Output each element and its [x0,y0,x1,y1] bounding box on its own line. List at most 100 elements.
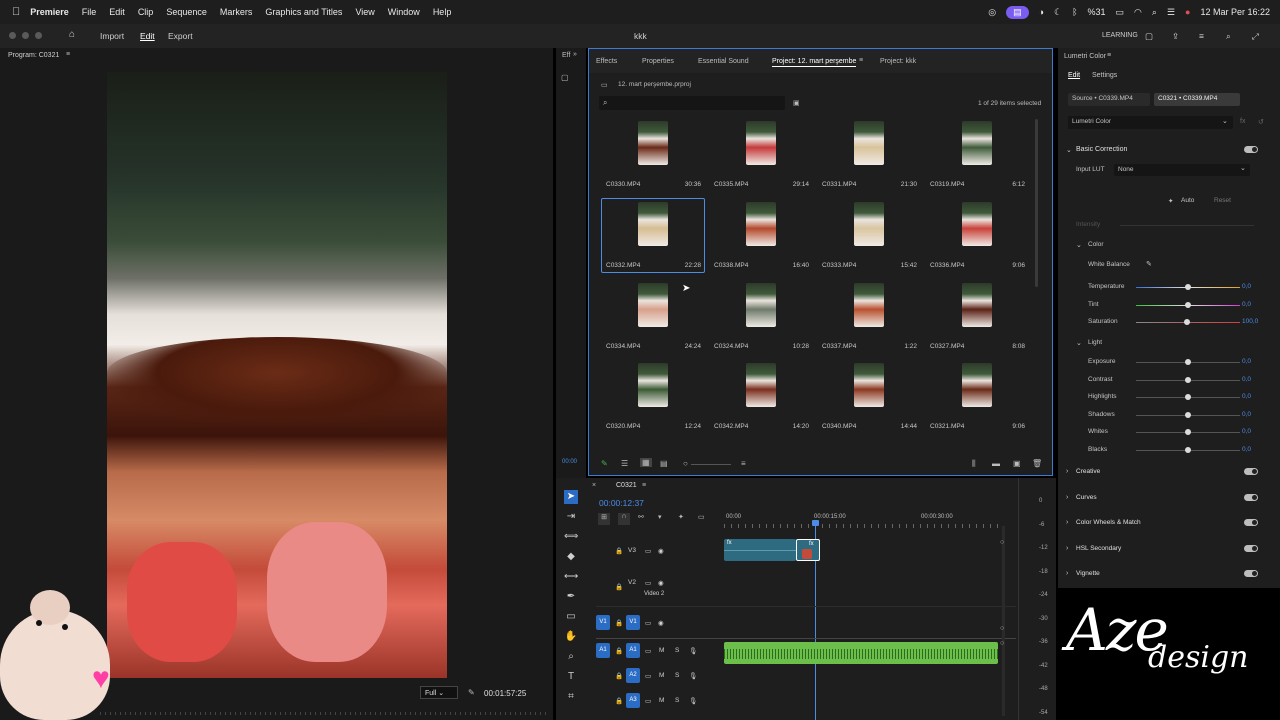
clip-thumbnail[interactable] [962,121,992,165]
mic-icon[interactable]: 🎙 [689,697,697,705]
share-icon[interactable]: ⇪ [1172,31,1179,42]
section-header[interactable]: HSL Secondary [1076,545,1121,552]
time-ruler[interactable] [724,524,1004,528]
workspaces-icon[interactable]: ▢ [1145,31,1153,42]
moon-icon[interactable]: ☾ [1054,7,1062,18]
menu-sequence[interactable]: Sequence [166,7,207,17]
clip-thumbnail[interactable] [854,363,884,407]
mic-icon[interactable]: 🎙 [689,672,697,680]
battery-icon[interactable]: ▭ [1116,7,1125,18]
caption-icon[interactable]: ⌗ [564,690,578,704]
sync-icon[interactable]: ◑ [1039,7,1044,17]
slider-value[interactable]: 0,0 [1242,393,1251,400]
clip-thumbnail[interactable] [962,283,992,327]
expand-icon[interactable]: » [573,51,577,58]
control-center-icon[interactable]: ☰ [1167,7,1175,18]
slider-knob[interactable] [1184,319,1190,325]
new-item-icon[interactable]: ▣ [1013,459,1021,468]
mute-button[interactable]: M [659,697,664,704]
lock-icon[interactable]: 🔒 [615,697,623,705]
chevron-right-icon[interactable]: › [1066,519,1068,526]
panel-menu-icon[interactable]: ≡ [859,57,863,64]
track-target-a3[interactable]: A3 [626,693,640,708]
thumb-zoom-slider[interactable] [691,464,731,465]
mute-button[interactable]: M [659,672,664,679]
clip-thumbnail[interactable] [962,202,992,246]
section-header[interactable]: Vignette [1076,570,1100,577]
menu-graphics[interactable]: Graphics and Titles [265,7,342,17]
tab-project-kkk[interactable]: Project: kkk [880,58,916,65]
video-clip[interactable]: fx [724,539,796,561]
clip-thumbnail[interactable] [746,363,776,407]
mute-button[interactable]: M [659,647,664,654]
eyedropper-icon[interactable]: ✎ [1146,260,1152,268]
light-section-header[interactable]: Light [1088,339,1102,346]
lock-icon[interactable]: 🔒 [615,547,623,555]
search-icon[interactable]: ⌕ [1226,31,1231,42]
slider-value[interactable]: 0,0 [1242,283,1251,290]
track-target-a1[interactable]: A1 [626,643,640,658]
snap-icon[interactable]: ∩ [618,513,630,525]
menu-help[interactable]: Help [433,7,452,17]
target-clip-button[interactable]: C0321 • C0339.MP4 [1154,93,1240,106]
window-zoom-button[interactable] [35,32,42,39]
menu-view[interactable]: View [355,7,374,17]
scroll-handle[interactable]: ○ [1000,539,1004,546]
slider-value[interactable]: 0,0 [1242,301,1251,308]
lumetri-title[interactable]: Lumetri Color [1064,53,1106,60]
tab-edit[interactable]: Edit [140,31,155,41]
eye-icon[interactable]: ◉ [658,579,664,587]
section-header[interactable]: Creative [1076,468,1100,475]
creative-cloud-icon[interactable]: ◎ [988,7,996,18]
close-icon[interactable]: × [592,482,596,489]
marker-icon[interactable]: ▾ [658,513,662,521]
section-toggle[interactable] [1244,519,1258,526]
razor-icon[interactable]: ◆ [564,550,578,564]
clip-thumbnail[interactable] [746,121,776,165]
sync-lock-icon[interactable]: ▭ [645,697,651,705]
reset-button[interactable]: Reset [1214,197,1231,204]
window-minimize-button[interactable] [22,32,29,39]
timeline-vscroll[interactable] [1002,526,1005,716]
slider-value[interactable]: 0,0 [1242,358,1251,365]
tab-import[interactable]: Import [100,31,124,41]
sync-lock-icon[interactable]: ▭ [645,619,651,627]
freeform-view-icon[interactable]: ▤ [660,459,668,468]
fullscreen-icon[interactable]: ⤢ [1252,31,1259,42]
slider-knob[interactable] [1185,359,1191,365]
track-target-v1[interactable]: V1 [626,615,640,630]
lock-icon[interactable]: 🔒 [615,672,623,680]
chevron-right-icon[interactable]: › [1066,545,1068,552]
reset-effect-icon[interactable]: ↺ [1258,118,1264,126]
section-toggle[interactable] [1244,493,1258,501]
slider-knob[interactable] [1185,394,1191,400]
workspace-label[interactable]: LEARNING [1102,32,1138,39]
color-section-header[interactable]: Color [1088,241,1104,248]
window-close-button[interactable] [9,32,16,39]
ripple-edit-icon[interactable]: ⟺ [564,530,578,544]
nest-icon[interactable]: ⊞ [598,513,610,525]
slider-value[interactable]: 0,0 [1242,411,1251,418]
project-scrollbar[interactable] [1035,119,1038,287]
menu-file[interactable]: File [82,7,97,17]
effects-strip-label[interactable]: Eff [562,52,570,59]
zoom-slider-knob[interactable]: ○ [683,459,688,468]
slider-value[interactable]: 0,0 [1242,446,1251,453]
icon-view-icon[interactable]: ▦ [640,458,652,467]
section-toggle[interactable] [1244,468,1258,475]
clip-thumbnail[interactable] [746,202,776,246]
chevron-right-icon[interactable]: › [1066,494,1068,501]
tab-lumetri-settings[interactable]: Settings [1092,72,1117,79]
captions-icon[interactable]: ▭ [698,513,705,521]
bluetooth-icon[interactable]: ᛒ [1072,7,1077,17]
chevron-down-icon[interactable]: ⌄ [1076,339,1082,347]
menu-app[interactable]: Premiere [30,7,69,17]
sync-lock-icon[interactable]: ▭ [645,647,651,655]
slip-icon[interactable]: ⟷ [564,570,578,584]
effect-select[interactable]: Lumetri Color ⌄ [1068,116,1233,129]
clip-thumbnail[interactable] [962,363,992,407]
menu-window[interactable]: Window [388,7,420,17]
eye-icon[interactable]: ◉ [658,619,664,627]
pencil-icon[interactable]: ✎ [601,459,608,468]
zoom-icon[interactable]: ⌕ [564,650,578,664]
